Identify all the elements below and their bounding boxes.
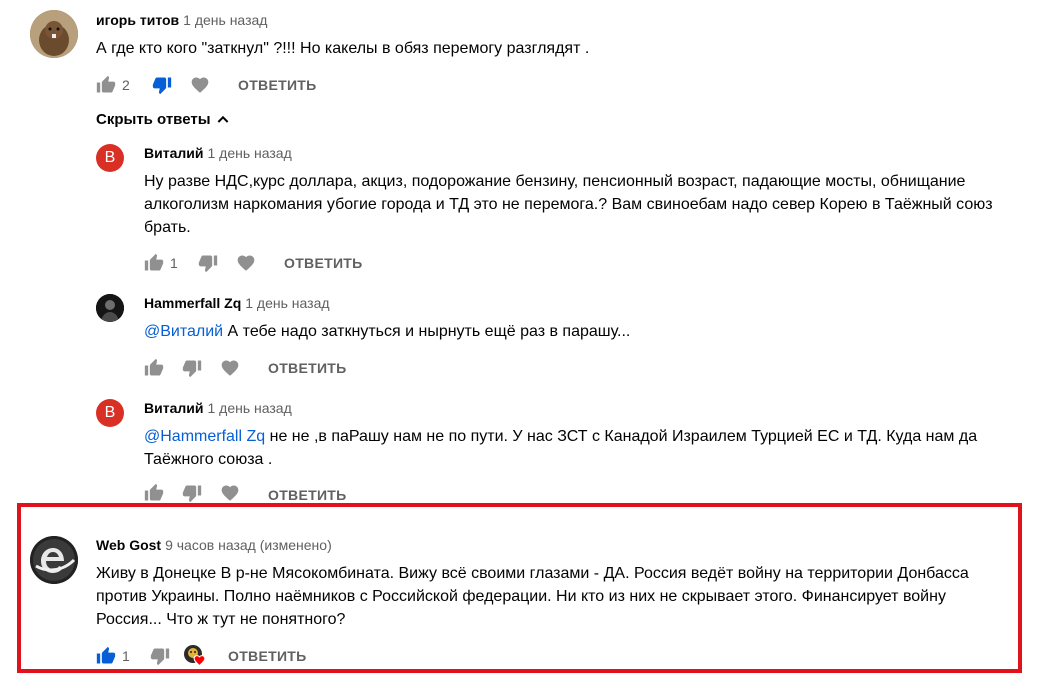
comment-header: Web Gost 9 часов назад (изменено) — [96, 537, 332, 555]
like-icon[interactable] — [144, 253, 164, 273]
reply-actions: 1 ОТВЕТИТЬ — [144, 251, 363, 275]
reply-header: Виталий 1 день назад — [144, 400, 292, 418]
comment-author[interactable]: Web Gost — [96, 537, 161, 553]
reply-button[interactable]: ОТВЕТИТЬ — [268, 360, 347, 376]
reply-button[interactable]: ОТВЕТИТЬ — [284, 255, 363, 271]
avatar[interactable]: В — [96, 399, 124, 427]
dislike-icon[interactable] — [152, 75, 172, 95]
creator-heart-badge — [184, 645, 206, 667]
reply-text-line: Таёжного союза . — [144, 451, 273, 468]
like-icon[interactable] — [96, 646, 116, 666]
reply-header: Виталий 1 день назад — [144, 145, 292, 163]
comment-text-line: против Украины. Полно наёмников с Россий… — [96, 588, 946, 605]
comment-author[interactable]: игорь титов — [96, 12, 179, 28]
dislike-icon[interactable] — [182, 484, 202, 502]
avatar[interactable] — [30, 536, 78, 584]
avatar-letter: В — [104, 149, 116, 166]
reply-author[interactable]: Виталий — [144, 145, 203, 161]
comment-text: А где кто кого "заткнул" ?!!! Но какелы … — [96, 40, 590, 57]
reply-time[interactable]: 1 день назад — [207, 145, 291, 161]
reply-text-line: алкоголизм наркомания убогие города и ТД… — [144, 196, 993, 213]
reply-time[interactable]: 1 день назад — [207, 400, 291, 416]
comment-text-line: Россия... Что ж тут не понятного? — [96, 611, 346, 628]
reply-time[interactable]: 1 день назад — [245, 295, 329, 311]
reply-text: Ну разве НДС,курс доллара, акциз, подоро… — [144, 170, 993, 239]
chevron-up-icon — [217, 115, 228, 123]
avatar[interactable] — [96, 294, 124, 322]
mention-link[interactable]: @Виталий — [144, 323, 223, 340]
reply-text-line: брать. — [144, 219, 191, 236]
hide-replies-button[interactable]: Скрыть ответы — [96, 111, 231, 128]
like-icon[interactable] — [144, 484, 164, 502]
comment-actions: 1 ОТВЕТИТЬ — [96, 644, 307, 668]
like-icon[interactable] — [96, 75, 116, 95]
avatar-letter: В — [104, 404, 116, 421]
reply-text: @Виталий А тебе надо заткнуться и нырнут… — [144, 320, 630, 343]
comment-time[interactable]: 1 день назад — [183, 12, 267, 28]
heart-icon[interactable] — [220, 484, 240, 502]
reply-button[interactable]: ОТВЕТИТЬ — [238, 77, 317, 93]
like-count: 1 — [122, 648, 130, 664]
reply-text-line: Ну разве НДС,курс доллара, акциз, подоро… — [144, 173, 966, 190]
like-count: 2 — [122, 77, 130, 93]
dislike-icon[interactable] — [150, 646, 170, 666]
heart-icon — [193, 655, 206, 667]
reply-button[interactable]: ОТВЕТИТЬ — [228, 648, 307, 664]
avatar[interactable] — [30, 10, 78, 58]
heart-icon[interactable] — [220, 358, 240, 378]
comment-text-line: Живу в Донецке В р-не Мясокомбината. Виж… — [96, 565, 969, 582]
dislike-icon[interactable] — [198, 253, 218, 273]
comment-time[interactable]: 9 часов назад (изменено) — [165, 537, 332, 553]
reply-author[interactable]: Виталий — [144, 400, 203, 416]
reply-text-line: не не ,в паРашу нам не по пути. У нас ЗС… — [265, 428, 978, 445]
reply-header: Hammerfall Zq 1 день назад — [144, 295, 330, 313]
comment-text: Живу в Донецке В р-не Мясокомбината. Виж… — [96, 562, 969, 631]
avatar-image — [30, 10, 78, 58]
like-count: 1 — [170, 255, 178, 271]
comment-header: игорь титов 1 день назад — [96, 12, 267, 30]
heart-icon[interactable] — [190, 75, 210, 95]
reply-actions: ОТВЕТИТЬ — [144, 484, 347, 502]
reply-text-body: А тебе надо заткнуться и нырнуть ещё раз… — [223, 323, 631, 340]
reply-button[interactable]: ОТВЕТИТЬ — [268, 487, 347, 502]
reply-actions: ОТВЕТИТЬ — [144, 356, 347, 380]
avatar[interactable]: В — [96, 144, 124, 172]
reply-author[interactable]: Hammerfall Zq — [144, 295, 241, 311]
dislike-icon[interactable] — [182, 358, 202, 378]
hide-replies-label: Скрыть ответы — [96, 111, 211, 128]
heart-icon[interactable] — [236, 253, 256, 273]
mention-link[interactable]: @Hammerfall Zq — [144, 428, 265, 445]
comment-actions: 2 ОТВЕТИТЬ — [96, 73, 317, 97]
like-icon[interactable] — [144, 358, 164, 378]
reply-text: @Hammerfall Zq не не ,в паРашу нам не по… — [144, 425, 977, 471]
avatar-image — [96, 294, 124, 322]
e-logo-icon — [30, 536, 78, 584]
